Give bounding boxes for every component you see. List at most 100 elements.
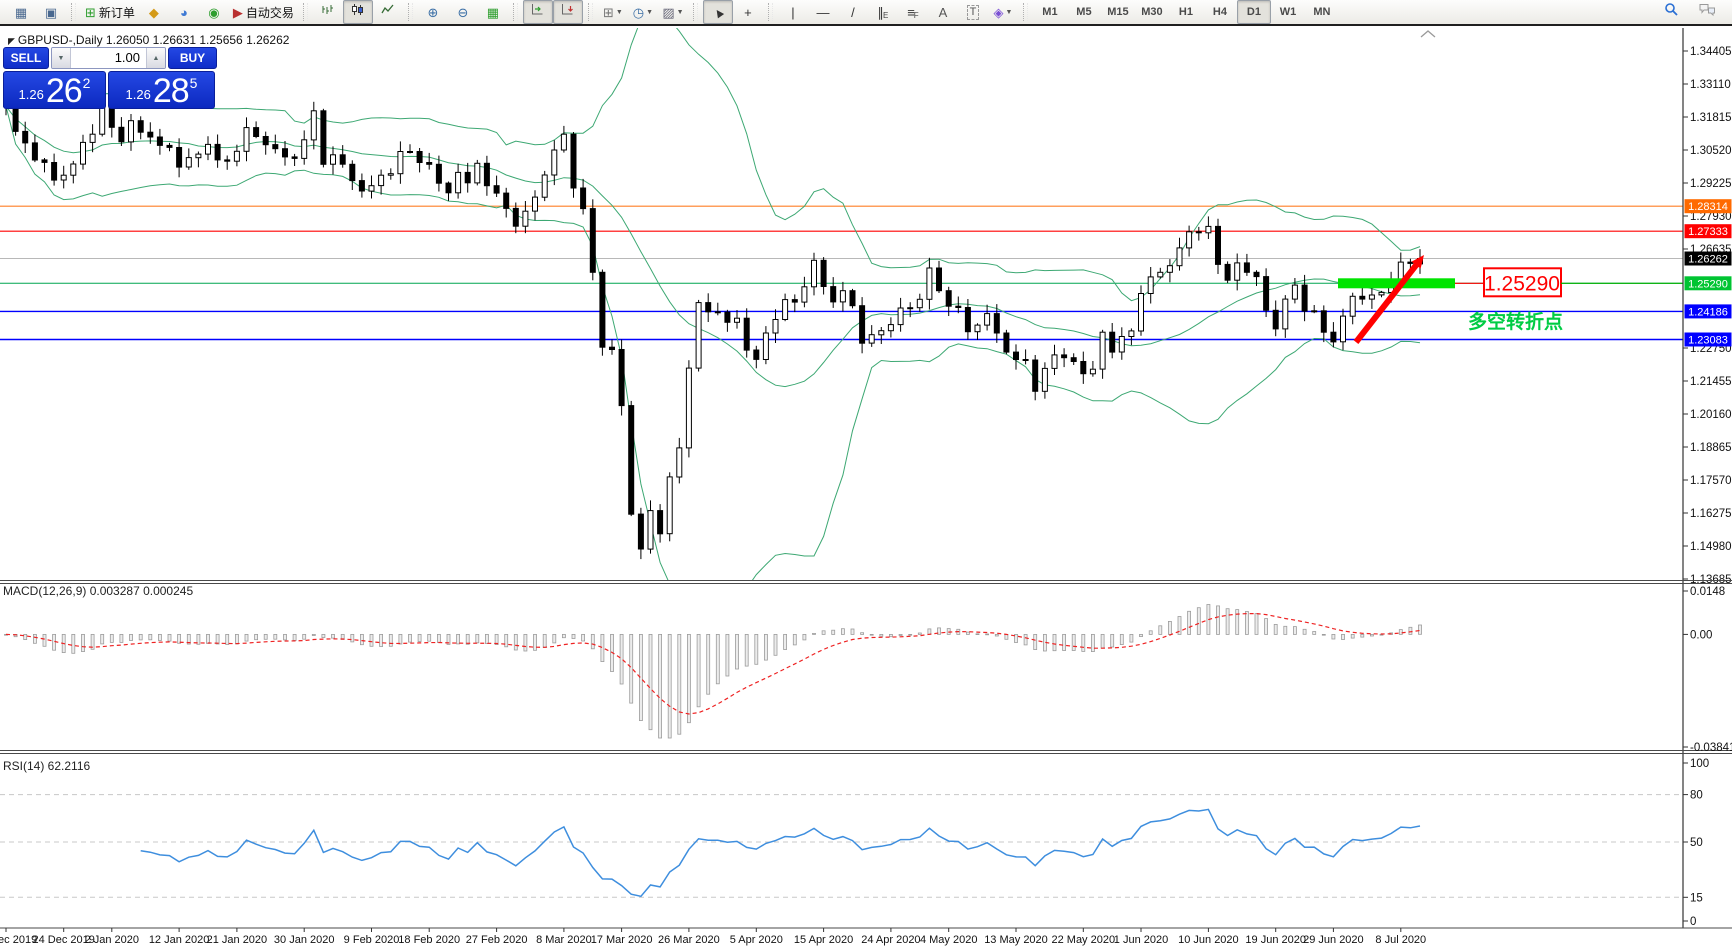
svg-text:1.21455: 1.21455 [1690,376,1732,388]
chat-button[interactable] [1692,0,1722,24]
mql5-icon: ◆ [148,4,159,20]
timeframe-m30-button[interactable]: M30 [1135,0,1169,24]
svg-text:1.31815: 1.31815 [1690,112,1732,124]
periods-button[interactable]: ◷ ▼ [628,0,658,24]
chart-area[interactable]: 1.25290 多空转折点 1.34405 1.33110 1.31815 1.30520… [0,28,1732,946]
svg-text:1.20160: 1.20160 [1690,409,1732,421]
buy-price-button[interactable]: 1.26 28 5 [108,71,215,109]
templates-button-caret-icon[interactable]: ▼ [677,9,684,16]
buy-button[interactable]: BUY [168,47,217,69]
cursor-button[interactable]: ▲ [702,0,733,24]
svg-text:1.34405: 1.34405 [1690,46,1732,58]
indicators-icon: ⊞ [603,4,614,20]
chart-shift-button[interactable] [522,0,553,24]
text-icon: A [938,4,948,20]
svg-text:1.29225: 1.29225 [1690,178,1732,190]
price-label-text: 1.25290 [1484,272,1560,295]
zoom-out-button[interactable]: ⊖ [448,0,478,24]
sell-button[interactable]: SELL [3,47,49,69]
timeframe-h4-button[interactable]: H4 [1203,0,1237,24]
svg-text:1.25290: 1.25290 [1688,278,1728,290]
svg-text:30 Jan 2020: 30 Jan 2020 [274,934,335,946]
volume-up-button[interactable]: ▲ [146,48,165,68]
search-button[interactable] [1656,0,1686,24]
zoom-in-icon: ⊕ [427,4,439,20]
market-button[interactable]: ◕ [169,0,199,24]
horizontal-line-icon: — [816,4,830,20]
sell-price-prefix: 1.26 [18,87,44,102]
new-order-button[interactable]: ⊞ 新订单 [81,0,139,24]
trendline-button[interactable]: / [838,0,868,24]
line-chart-button[interactable] [373,0,403,24]
svg-text:1 Jun 2020: 1 Jun 2020 [1114,934,1168,946]
svg-text:1.33110: 1.33110 [1690,79,1731,91]
svg-text:9 Feb 2020: 9 Feb 2020 [344,934,400,946]
mql5-button[interactable]: ◆ [139,0,169,24]
svg-text:100: 100 [1690,758,1709,770]
trendline-icon: / [851,4,855,20]
timeframe-m1-button[interactable]: M1 [1033,0,1067,24]
templates-icon: ▨ [662,4,675,20]
toolbar-separator [407,3,413,21]
timeframe-h1-button[interactable]: H1 [1169,0,1203,24]
indicators-button[interactable]: ⊞ ▼ [598,0,628,24]
toolbar: ▦ ▣ ⊞ 新订单 ◆ ◕ ◉ ▶ 自动交易 ⊕ ⊖ ▦ ⊞ ▼ ◷ ▼ ▨ ▼ ▲ + | — / ∥ E ≡ F A T ◈ ▼ M1 M5… [0,0,1732,26]
zoom-in-button[interactable]: ⊕ [418,0,448,24]
volume-input[interactable]: 1.00 [71,48,146,68]
horizontal-line-button[interactable]: — [808,0,838,24]
timeframe-w1-button[interactable]: W1 [1271,0,1305,24]
fibonacci-button[interactable]: ≡ F [898,0,928,24]
indicators-button-caret-icon[interactable]: ▼ [616,9,623,16]
svg-text:0: 0 [1690,916,1696,928]
toolbar-separator [512,3,518,21]
fibonacci-button-sub: F [913,10,919,20]
svg-text:5 Apr 2020: 5 Apr 2020 [730,934,783,946]
periods-button-caret-icon[interactable]: ▼ [646,9,653,16]
buy-price-prefix: 1.26 [125,87,151,102]
auto-trading-button[interactable]: ▶ 自动交易 [229,0,298,24]
arrows-button[interactable]: ◈ ▼ [988,0,1018,24]
sell-price-big: 26 [45,72,83,110]
label-button[interactable]: T [958,0,988,24]
auto-trading-icon: ▶ [232,4,243,20]
sell-price-button[interactable]: 1.26 26 2 [3,71,106,109]
svg-text:50: 50 [1690,837,1703,849]
search-icon [1664,2,1679,22]
text-button[interactable]: A [928,0,958,24]
bar-chart-button[interactable] [313,0,343,24]
equidistant-channel-button[interactable]: ∥ E [868,0,898,24]
label-icon: T [966,4,980,20]
vertical-line-button[interactable]: | [778,0,808,24]
timeframe-mn-button[interactable]: MN [1305,0,1339,24]
rsi-label: RSI(14) 62.2116 [3,759,90,773]
chart-profiles-button[interactable]: ▣ [36,0,66,24]
cn-note-text: 多空转折点 [1468,310,1563,333]
arrows-button-caret-icon[interactable]: ▼ [1005,9,1012,16]
svg-text:13 May 2020: 13 May 2020 [984,934,1048,946]
crosshair-button[interactable]: + [733,0,763,24]
collapse-panel-icon[interactable]: ◤ [8,36,15,46]
candlestick-chart-button[interactable] [342,0,373,24]
price-badge-1.26262: 1.26262 [1684,251,1732,266]
price-badge-1.27333: 1.27333 [1684,224,1732,239]
auto-scroll-button[interactable] [552,0,583,24]
timeframe-d1-button[interactable]: D1 [1236,0,1271,24]
volume-down-button[interactable]: ▼ [52,48,71,68]
tile-windows-button[interactable]: ▦ [478,0,508,24]
timeframe-m15-button[interactable]: M15 [1101,0,1135,24]
svg-text:4 May 2020: 4 May 2020 [920,934,977,946]
timeframe-m5-button[interactable]: M5 [1067,0,1101,24]
price-chart-svg[interactable]: 1.25290 多空转折点 1.34405 1.33110 1.31815 1.30520… [0,28,1732,946]
svg-text:12 Jan 2020: 12 Jan 2020 [149,934,210,946]
buy-price-big: 28 [152,72,190,110]
svg-text:17 Mar 2020: 17 Mar 2020 [591,934,653,946]
templates-button[interactable]: ▨ ▼ [658,0,688,24]
new-chart-button[interactable]: ▦ [6,0,36,24]
toolbar-separator [71,3,76,21]
chart-shift-icon [531,3,544,21]
new-chart-icon: ▦ [14,4,28,20]
signals-button[interactable]: ◉ [199,0,229,24]
svg-text:15 Apr 2020: 15 Apr 2020 [794,934,853,946]
svg-text:8 Jul 2020: 8 Jul 2020 [1375,934,1426,946]
auto-trading-button-label: 自动交易 [245,5,294,20]
